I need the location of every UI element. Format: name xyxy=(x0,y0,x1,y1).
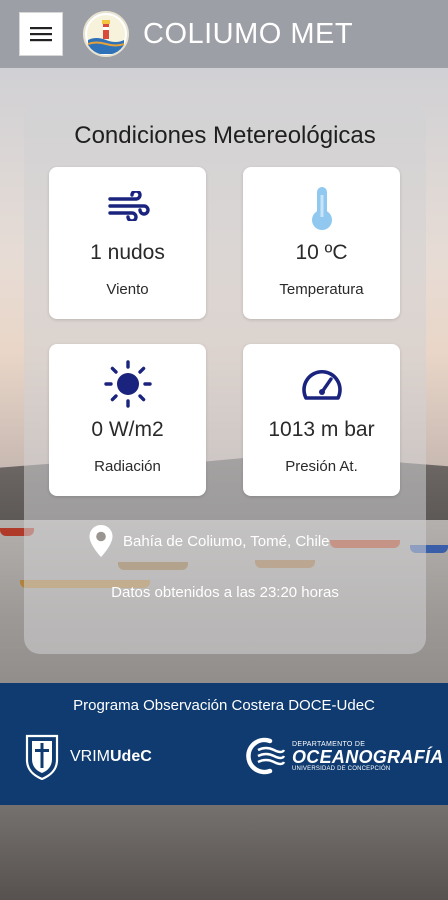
weather-panel: Condiciones Metereológicas 1 nudos Vient… xyxy=(24,104,426,654)
wind-value: 1 nudos xyxy=(90,241,165,264)
thermometer-icon xyxy=(311,187,332,230)
hamburger-menu-icon xyxy=(30,27,52,42)
temperature-value: 10 ºC xyxy=(295,241,348,264)
vrim-prefix: VRIM xyxy=(70,748,110,765)
pressure-label: Presión At. xyxy=(285,458,358,475)
lighthouse-logo xyxy=(83,11,129,57)
temperature-card[interactable]: 10 ºC Temperatura xyxy=(243,167,400,319)
pressure-card[interactable]: 1013 m bar Presión At. xyxy=(243,344,400,496)
vrim-udec-logo[interactable]: VRIMUdeC xyxy=(24,734,152,780)
location-pin-icon xyxy=(89,525,113,557)
wind-card[interactable]: 1 nudos Viento xyxy=(49,167,206,319)
udec-shield-icon xyxy=(25,734,59,780)
gauge-icon xyxy=(301,370,342,400)
top-app-bar: COLIUMO MET xyxy=(0,0,448,68)
panel-title: Condiciones Metereológicas xyxy=(74,122,376,149)
footer-title: Programa Observación Costera DOCE-UdeC xyxy=(73,697,375,714)
temperature-label: Temperatura xyxy=(279,281,364,298)
radiation-card[interactable]: 0 W/m2 Radiación xyxy=(49,344,206,496)
radiation-label: Radiación xyxy=(94,458,161,475)
pressure-value: 1013 m bar xyxy=(268,418,375,441)
wind-icon xyxy=(107,191,150,221)
vrim-suffix: UdeC xyxy=(110,748,152,765)
location-row: Bahía de Coliumo, Tomé, Chile xyxy=(88,524,330,558)
update-timestamp: Datos obtenidos a las 23:20 horas xyxy=(111,584,339,601)
sun-icon xyxy=(103,360,152,408)
oceanografia-label: OCEANOGRAFÍA xyxy=(292,746,444,767)
oceanografia-logo[interactable]: DEPARTAMENTO DE OCEANOGRAFÍA UNIVERSIDAD… xyxy=(242,736,444,776)
location-text: Bahía de Coliumo, Tomé, Chile xyxy=(123,532,330,550)
wind-label: Viento xyxy=(106,281,149,298)
app-title: COLIUMO MET xyxy=(143,17,354,50)
menu-button[interactable] xyxy=(19,12,63,56)
wave-circle-icon xyxy=(246,737,286,775)
radiation-value: 0 W/m2 xyxy=(91,418,164,441)
vrim-label: VRIMUdeC xyxy=(70,748,152,766)
oceanografia-text: DEPARTAMENTO DE OCEANOGRAFÍA UNIVERSIDAD… xyxy=(292,741,444,772)
footer-banner: Programa Observación Costera DOCE-UdeC V… xyxy=(0,683,448,805)
